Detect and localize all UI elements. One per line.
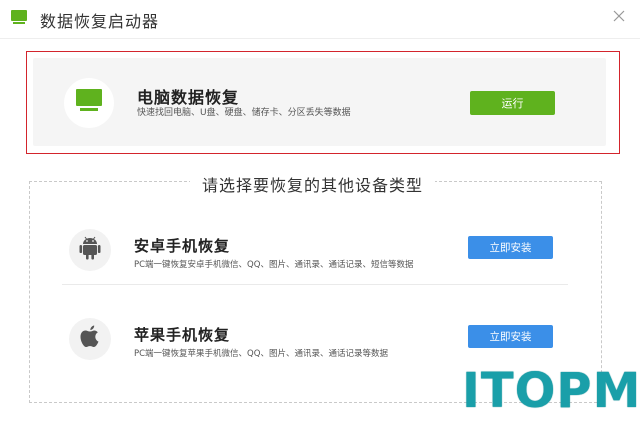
- apple-recovery-title: 苹果手机恢复: [134, 326, 231, 344]
- window-title: 数据恢复启动器: [40, 12, 160, 31]
- pc-recovery-card: 电脑数据恢复 快速找回电脑、U盘、硬盘、储存卡、分区丢失等数据 运行: [33, 58, 606, 146]
- title-divider: [0, 38, 640, 39]
- run-button[interactable]: 运行: [470, 91, 555, 115]
- android-install-button[interactable]: 立即安装: [468, 236, 553, 259]
- monitor-icon: [75, 88, 103, 118]
- apple-recovery-description: PC端一键恢复苹果手机微信、QQ、图片、通讯录、通话记录等数据: [134, 349, 388, 359]
- title-bar: 数据恢复启动器: [0, 0, 640, 38]
- row-divider: [62, 284, 568, 285]
- watermark-logo: ITOPM: [462, 363, 640, 419]
- close-icon[interactable]: [612, 8, 626, 22]
- apple-icon-circle: [69, 318, 111, 360]
- apple-icon: [79, 324, 101, 354]
- android-recovery-description: PC端一键恢复安卓手机微信、QQ、图片、通讯录、通话记录、短信等数据: [134, 260, 414, 270]
- apple-install-button[interactable]: 立即安装: [468, 325, 553, 348]
- android-icon: [78, 235, 102, 265]
- monitor-icon: [10, 8, 28, 26]
- android-icon-circle: [69, 229, 111, 271]
- pc-recovery-description: 快速找回电脑、U盘、硬盘、储存卡、分区丢失等数据: [137, 108, 351, 118]
- pc-icon-circle: [64, 78, 114, 128]
- section-title: 请选择要恢复的其他设备类型: [190, 172, 436, 196]
- android-recovery-title: 安卓手机恢复: [134, 237, 231, 255]
